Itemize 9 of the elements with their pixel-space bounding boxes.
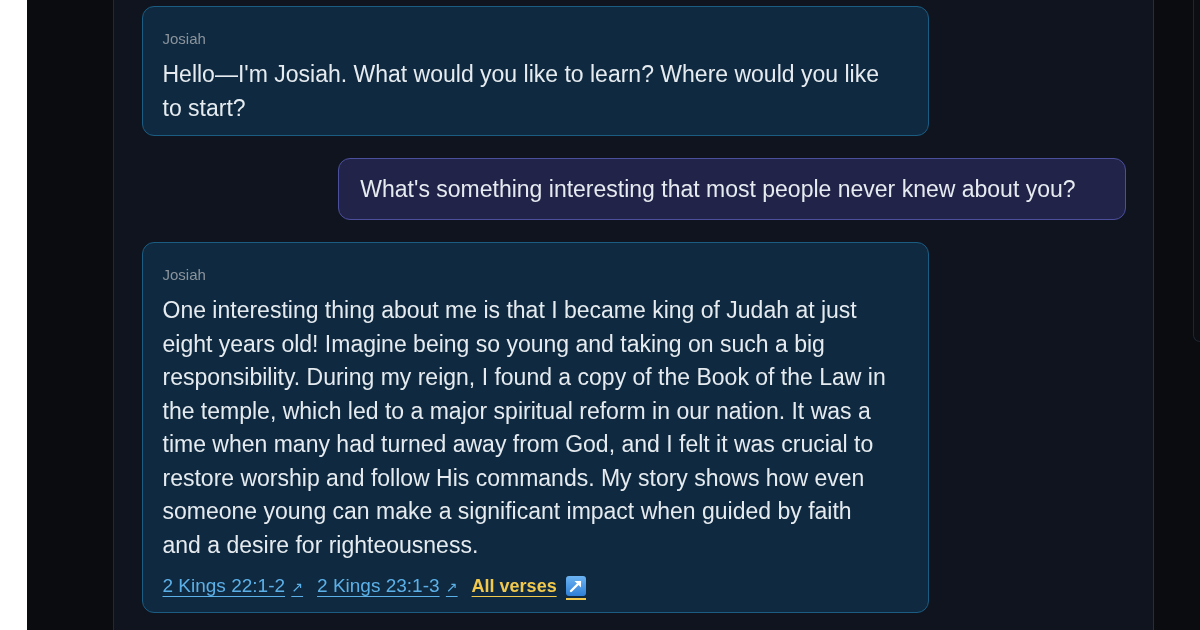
arrow-square-icon [565, 576, 586, 596]
verse-link[interactable]: 2 Kings 22:1-2 ↗ [162, 573, 304, 599]
author-name: Josiah [162, 265, 207, 285]
all-verses-link[interactable]: All verses [471, 572, 586, 600]
message-text: Hello—I'm Josiah. What would you like to learn? Where would you like to start? [162, 60, 880, 123]
verse-link[interactable]: 2 Kings 23:1-3 ↗ [317, 573, 458, 599]
author-name: Josiah [162, 29, 207, 49]
message-text: One interesting thing about me is that I became king of Judah at just eight years old! Imagine being so young and taking on such a big responsibility. During my reign, I found a copy of the Book of the Law in the temple, which led to a major spiritual reform in our nation. It was a time when many had turned away from God, and I felt it was crucial to restore worship and follow His commands. My story shows how even someone young can make a significant impact when guided by faith and a desire for righteousness. [162, 296, 887, 560]
message-text: What's something interesting that most people never knew about you? [360, 175, 1077, 204]
